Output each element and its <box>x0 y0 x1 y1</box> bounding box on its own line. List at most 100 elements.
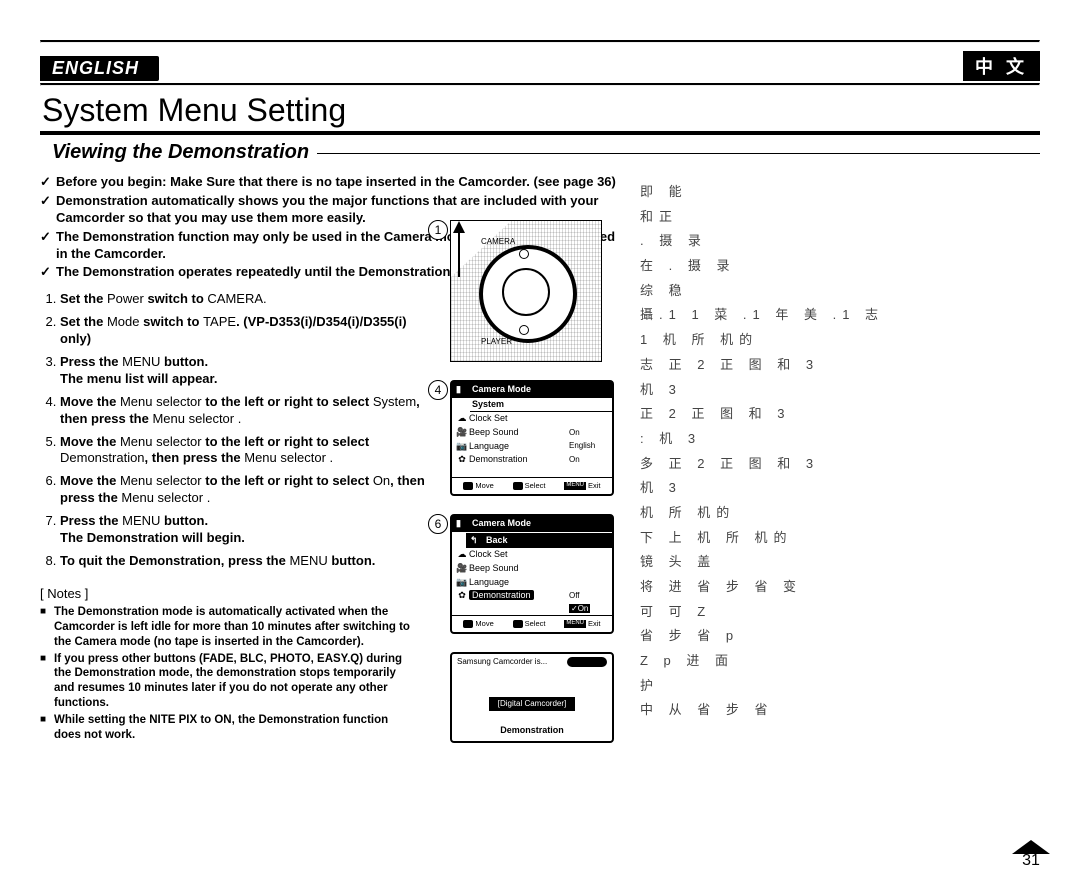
page-title: System Menu Setting <box>42 92 1040 129</box>
cn-text: 综 稳 <box>640 279 1040 304</box>
demo-splash: Samsung Camcorder is... [Digital Camcord… <box>450 652 614 742</box>
cn-text: 将 进 省 步 省 变 <box>640 575 1040 600</box>
lang-badge-en: ENGLISH <box>40 56 159 81</box>
subtitle-line <box>317 153 1040 154</box>
cn-text: 多 正 2 正 图 和 3 <box>640 452 1040 477</box>
cn-text: 机 3 <box>640 476 1040 501</box>
select-icon <box>513 482 523 490</box>
step-item: Press the MENU button. The menu list wil… <box>60 354 440 388</box>
menu-item: 🎥Beep Sound <box>452 562 612 576</box>
menu-item-highlight: ✿DemonstrationOff <box>452 589 612 603</box>
camcorder-icon: 🎥 <box>455 563 469 575</box>
menu-back: ↰Back <box>466 532 612 549</box>
manual-page: ENGLISH 中 文 System Menu Setting Viewing … <box>0 0 1080 880</box>
cn-text: : 机 3 <box>640 427 1040 452</box>
camcorder-icon: 🎥 <box>455 427 469 439</box>
menu-item: 📷LanguageEnglish <box>452 440 612 454</box>
samsung-logo <box>567 657 607 667</box>
camera-icon: 📷 <box>455 441 469 453</box>
subtitle-bar: Viewing the Demonstration <box>40 137 1040 170</box>
cn-text: 可 可 Z <box>640 600 1040 625</box>
section-subtitle: Viewing the Demonstration <box>52 141 309 164</box>
camera-icon: ▮ <box>456 518 461 530</box>
dpad-icon <box>463 620 473 628</box>
splash-label: Demonstration <box>452 725 612 737</box>
cn-text: 1 机 所 机的 <box>640 328 1040 353</box>
page-number-value: 31 <box>1012 852 1050 870</box>
note-item: If you press other buttons (FADE, BLC, P… <box>40 652 410 712</box>
cn-text: 下 上 机 所 机的 <box>640 526 1040 551</box>
up-arrow-icon <box>450 221 471 281</box>
cn-text: 中 从 省 步 省 <box>640 698 1040 723</box>
figure-menu-system: 4 ▮Camera Mode System ☁Clock Set 🎥Beep S… <box>450 380 620 496</box>
check-item: Before you begin: Make Sure that there i… <box>40 174 620 191</box>
clock-icon: ☁ <box>455 413 469 425</box>
figure-number: 1 <box>428 220 448 240</box>
back-icon: ↰ <box>470 535 478 547</box>
menu-item-on: ✓On <box>452 603 612 615</box>
camera-menu: ▮Camera Mode ↰Back ☁Clock Set 🎥Beep Soun… <box>450 514 614 634</box>
menu-badge: MENU <box>564 620 586 628</box>
camera-icon: 📷 <box>455 577 469 589</box>
step-item: Press the MENU button. The Demonstration… <box>60 513 440 547</box>
content-columns: Before you begin: Make Sure that there i… <box>40 170 1040 745</box>
menu-item: ☁Clock Set <box>452 548 612 562</box>
figure-column: 1 CAMERA PLAYER 4 <box>450 220 620 761</box>
page-number: 31 <box>1012 840 1050 870</box>
figure-number: 4 <box>428 380 448 400</box>
cn-text: . 摄 录 <box>640 229 1040 254</box>
cn-text: 机 3 <box>640 378 1040 403</box>
clock-icon: ☁ <box>455 549 469 561</box>
splash-button-label: [Digital Camcorder] <box>489 697 575 711</box>
step-item: Set the Power switch to CAMERA. <box>60 291 440 308</box>
step-item: Move the Menu selector to the left or ri… <box>60 394 440 428</box>
dial-player-label: PLAYER <box>481 337 512 347</box>
figure-dial: 1 CAMERA PLAYER <box>450 220 620 362</box>
lang-badge-cn: 中 文 <box>963 51 1040 81</box>
notes-list: The Demonstration mode is automatically … <box>40 605 410 743</box>
dial-illustration: CAMERA PLAYER <box>450 220 602 362</box>
cn-text: 机 所 机的 <box>640 501 1040 526</box>
cn-text: 在 . 摄 录 <box>640 254 1040 279</box>
right-column-chinese: 即 能 和正 . 摄 录 在 . 摄 录 综 稳 <box>640 170 1040 745</box>
top-rule <box>40 40 1040 43</box>
menu-item: 🎥Beep SoundOn <box>452 426 612 440</box>
figure-number: 6 <box>428 514 448 534</box>
figure-menu-demo: 6 ▮Camera Mode ↰Back ☁Clock Set 🎥Beep So… <box>450 514 620 634</box>
splash-title: Samsung Camcorder is... <box>457 657 547 667</box>
menu-item: ☁Clock Set <box>452 412 612 426</box>
cn-text: Z p 进 面 <box>640 649 1040 674</box>
cn-text: 护 <box>640 674 1040 699</box>
gear-icon: ✿ <box>455 590 469 602</box>
menu-section: System <box>470 398 612 413</box>
header-row: ENGLISH 中 文 <box>40 51 1040 81</box>
steps-list: Set the Power switch to CAMERA. Set the … <box>40 291 440 569</box>
menu-footer: Move Select MENUExit <box>452 615 612 632</box>
step-item: Move the Menu selector to the left or ri… <box>60 434 440 468</box>
menu-footer: Move Select MENUExit <box>452 477 612 494</box>
select-icon <box>513 620 523 628</box>
cn-text: 和正 <box>640 205 1040 230</box>
cn-text: 即 能 <box>640 180 1040 205</box>
cn-text: 正 2 正 图 和 3 <box>640 402 1040 427</box>
camera-icon: ▮ <box>456 384 461 396</box>
note-item: While setting the NITE PIX to ON, the De… <box>40 713 410 743</box>
step-item: Move the Menu selector to the left or ri… <box>60 473 440 507</box>
cn-text: 志 正 2 正 图 和 3 <box>640 353 1040 378</box>
step-item: Set the Mode switch to TAPE. (VP-D353(i)… <box>60 314 440 348</box>
cn-text: 省 步 省 p <box>640 624 1040 649</box>
title-underline <box>40 131 1040 135</box>
cn-text: 镜 头 盖 <box>640 550 1040 575</box>
menu-title: ▮Camera Mode <box>452 382 612 398</box>
note-item: The Demonstration mode is automatically … <box>40 605 410 650</box>
camera-menu: ▮Camera Mode System ☁Clock Set 🎥Beep Sou… <box>450 380 614 496</box>
menu-item: 📷Language <box>452 576 612 590</box>
left-column: Before you begin: Make Sure that there i… <box>40 170 620 745</box>
dpad-icon <box>463 482 473 490</box>
dial-camera-label: CAMERA <box>481 237 515 247</box>
step-item: To quit the Demonstration, press the MEN… <box>60 553 440 570</box>
menu-title: ▮Camera Mode <box>452 516 612 532</box>
cn-text: 攝.1 1 菜 .1 年 美 .1 志 <box>640 303 1040 328</box>
figure-splash: Samsung Camcorder is... [Digital Camcord… <box>450 652 620 742</box>
menu-badge: MENU <box>564 482 586 490</box>
